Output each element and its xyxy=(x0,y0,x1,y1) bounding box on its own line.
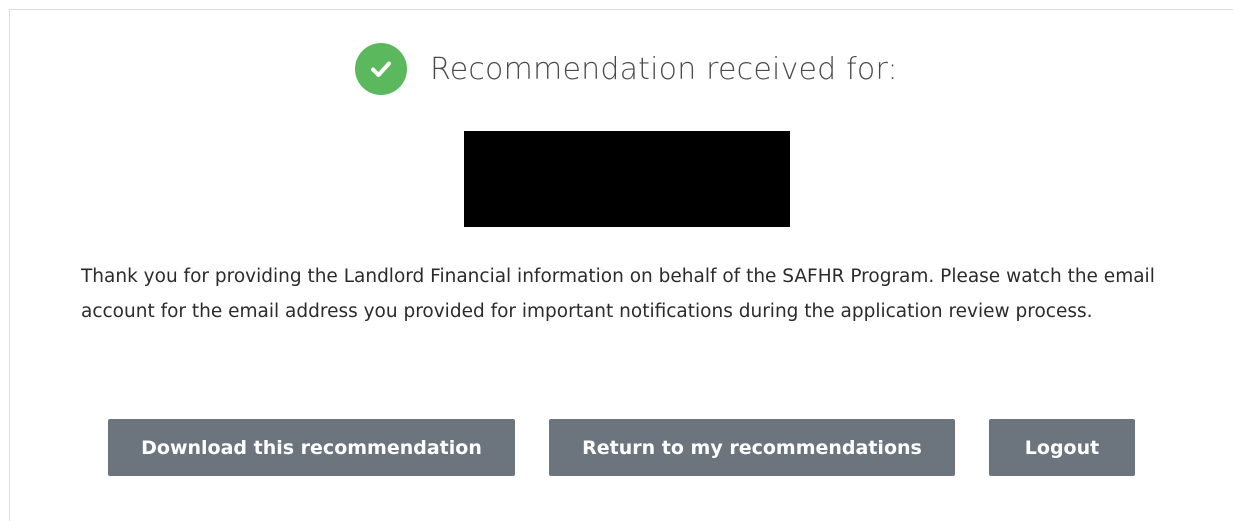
confirmation-header: Recommendation received for: xyxy=(355,42,898,96)
check-circle-icon xyxy=(355,43,407,95)
redacted-recipient-name xyxy=(464,131,790,227)
page-title: Recommendation received for: xyxy=(430,51,898,87)
download-recommendation-button[interactable]: Download this recommendation xyxy=(108,419,515,476)
confirmation-message: Thank you for providing the Landlord Fin… xyxy=(81,266,1155,322)
logout-button[interactable]: Logout xyxy=(989,419,1135,476)
return-to-recommendations-button[interactable]: Return to my recommendations xyxy=(549,419,955,476)
